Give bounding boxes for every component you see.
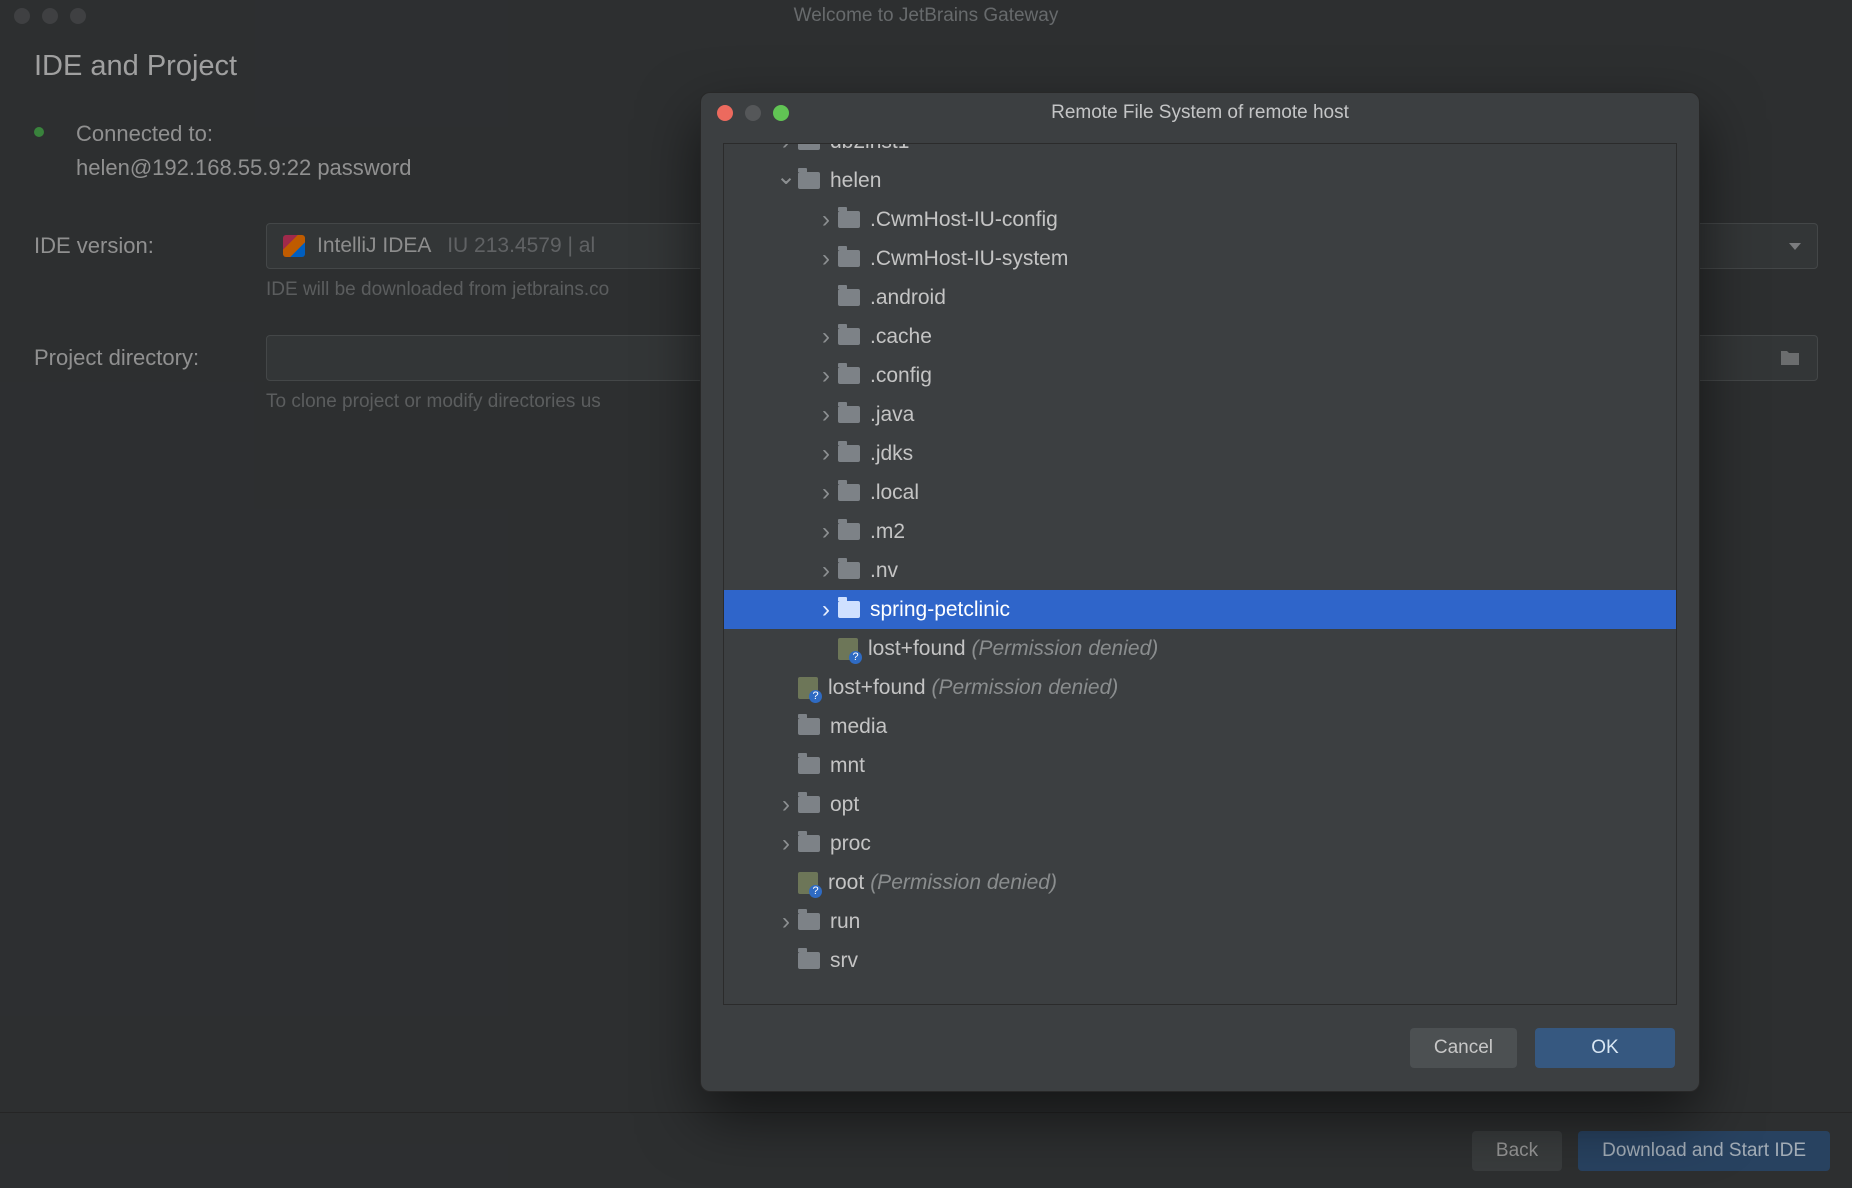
tree-item-label: root	[828, 871, 864, 895]
tree-row[interactable]: media	[724, 707, 1676, 746]
tree-row[interactable]: db2inst1	[724, 144, 1676, 161]
close-icon[interactable]	[717, 105, 733, 121]
tree-item-label: .config	[870, 364, 932, 388]
tree-row[interactable]: .java	[724, 395, 1676, 434]
folder-icon	[798, 796, 820, 813]
folder-icon	[798, 172, 820, 189]
tree-item-label: .CwmHost-IU-system	[870, 247, 1068, 271]
permission-denied-label: (Permission denied)	[870, 871, 1057, 895]
tree-item-label: proc	[830, 832, 871, 856]
tree-row[interactable]: lost+found(Permission denied)	[724, 629, 1676, 668]
folder-icon	[838, 601, 860, 618]
tree-item-label: mnt	[830, 754, 865, 778]
tree-item-label: helen	[830, 169, 881, 193]
permission-denied-label: (Permission denied)	[932, 676, 1119, 700]
folder-icon	[798, 835, 820, 852]
tree-item-label: lost+found	[868, 637, 966, 661]
folder-icon	[838, 328, 860, 345]
tree-row[interactable]: proc	[724, 824, 1676, 863]
folder-icon	[798, 952, 820, 969]
remote-filesystem-modal: Remote File System of remote host db2ins…	[700, 92, 1700, 1092]
ok-button[interactable]: OK	[1535, 1028, 1675, 1068]
tree-item-label: .java	[870, 403, 914, 427]
folder-icon	[838, 367, 860, 384]
locked-folder-icon	[798, 677, 818, 699]
tree-row[interactable]: .cache	[724, 317, 1676, 356]
tree-row[interactable]: run	[724, 902, 1676, 941]
tree-item-label: .jdks	[870, 442, 913, 466]
tree-item-label: db2inst1	[830, 144, 909, 154]
tree-row[interactable]: .m2	[724, 512, 1676, 551]
folder-icon	[838, 484, 860, 501]
tree-item-label: .nv	[870, 559, 898, 583]
modal-footer: Cancel OK	[701, 1005, 1699, 1091]
permission-denied-label: (Permission denied)	[972, 637, 1159, 661]
tree-item-label: .android	[870, 286, 946, 310]
tree-row[interactable]: spring-petclinic	[724, 590, 1676, 629]
tree-item-label: spring-petclinic	[870, 598, 1010, 622]
tree-item-label: srv	[830, 949, 858, 973]
tree-row[interactable]: root(Permission denied)	[724, 863, 1676, 902]
tree-row[interactable]: .local	[724, 473, 1676, 512]
modal-titlebar: Remote File System of remote host	[701, 93, 1699, 133]
tree-row[interactable]: .android	[724, 278, 1676, 317]
folder-icon	[838, 289, 860, 306]
tree-item-label: media	[830, 715, 887, 739]
file-tree[interactable]: db2inst1 helen .CwmHost-IU-config .CwmHost-…	[724, 144, 1676, 1004]
tree-row[interactable]: mnt	[724, 746, 1676, 785]
tree-item-label: .local	[870, 481, 919, 505]
folder-icon	[798, 757, 820, 774]
folder-icon	[838, 406, 860, 423]
tree-item-label: lost+found	[828, 676, 926, 700]
tree-row[interactable]: opt	[724, 785, 1676, 824]
folder-icon	[798, 144, 820, 150]
minimize-icon[interactable]	[745, 105, 761, 121]
cancel-button[interactable]: Cancel	[1410, 1028, 1517, 1068]
folder-icon	[838, 562, 860, 579]
folder-icon	[838, 250, 860, 267]
modal-traffic-lights	[717, 105, 789, 121]
file-tree-container: db2inst1 helen .CwmHost-IU-config .CwmHost-…	[723, 143, 1677, 1005]
tree-item-label: run	[830, 910, 860, 934]
folder-icon	[838, 523, 860, 540]
tree-row[interactable]: .jdks	[724, 434, 1676, 473]
folder-icon	[838, 445, 860, 462]
folder-icon	[798, 718, 820, 735]
tree-item-label: .CwmHost-IU-config	[870, 208, 1058, 232]
tree-item-label: opt	[830, 793, 859, 817]
tree-row[interactable]: srv	[724, 941, 1676, 980]
modal-title: Remote File System of remote host	[1051, 102, 1349, 124]
tree-item-label: .cache	[870, 325, 932, 349]
folder-icon	[838, 211, 860, 228]
tree-row[interactable]: .CwmHost-IU-system	[724, 239, 1676, 278]
locked-folder-icon	[838, 638, 858, 660]
tree-item-label: .m2	[870, 520, 905, 544]
tree-row[interactable]: .CwmHost-IU-config	[724, 200, 1676, 239]
locked-folder-icon	[798, 872, 818, 894]
tree-row[interactable]: lost+found(Permission denied)	[724, 668, 1676, 707]
tree-row[interactable]: .nv	[724, 551, 1676, 590]
tree-row[interactable]: helen	[724, 161, 1676, 200]
folder-icon	[798, 913, 820, 930]
zoom-icon[interactable]	[773, 105, 789, 121]
tree-row[interactable]: .config	[724, 356, 1676, 395]
